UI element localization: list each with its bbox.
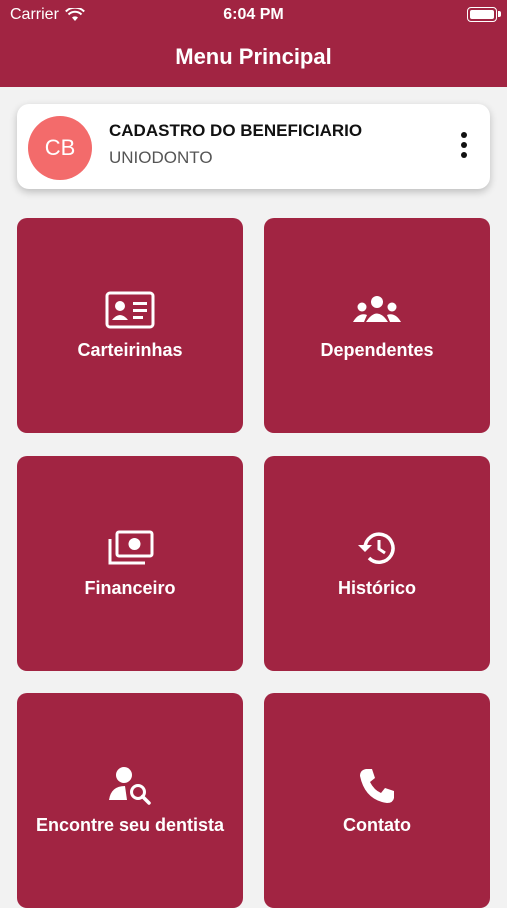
profile-subtitle: UNIODONTO — [109, 148, 213, 167]
financeiro-label: Financeiro — [84, 578, 176, 598]
app-header: Carrier 6:04 PM Menu Principal — [0, 0, 507, 87]
history-icon — [358, 532, 395, 564]
carteirinhas-button[interactable]: Carteirinhas — [17, 218, 243, 433]
historico-label: Histórico — [337, 578, 416, 598]
page-title: Menu Principal — [175, 44, 332, 69]
money-icon — [108, 530, 154, 565]
phone-icon — [360, 769, 394, 803]
contato-button[interactable]: Contato — [264, 693, 490, 908]
id-card-icon — [105, 291, 155, 329]
financeiro-button[interactable]: Financeiro — [17, 456, 243, 671]
status-time: 6:04 PM — [223, 6, 284, 23]
historico-button[interactable]: Histórico — [264, 456, 490, 671]
avatar: CB — [28, 116, 92, 180]
profile-title: CADASTRO DO BENEFICIARIO — [109, 121, 363, 140]
contato-label: Contato — [343, 815, 411, 835]
profile-card[interactable]: CB CADASTRO DO BENEFICIARIO UNIODONTO — [17, 104, 490, 189]
status-bar: Carrier 6:04 PM — [0, 0, 507, 30]
carteirinhas-label: Carteirinhas — [77, 340, 183, 360]
more-options-icon[interactable] — [458, 132, 470, 162]
battery-icon — [467, 7, 501, 22]
dependentes-button[interactable]: Dependentes — [264, 218, 490, 433]
user-search-icon — [109, 767, 151, 805]
dependentes-label: Dependentes — [320, 340, 434, 360]
users-icon — [353, 296, 401, 322]
encontre-dentista-button[interactable]: Encontre seu dentista — [17, 693, 243, 908]
encontre-dentista-label: Encontre seu dentista — [35, 815, 225, 835]
